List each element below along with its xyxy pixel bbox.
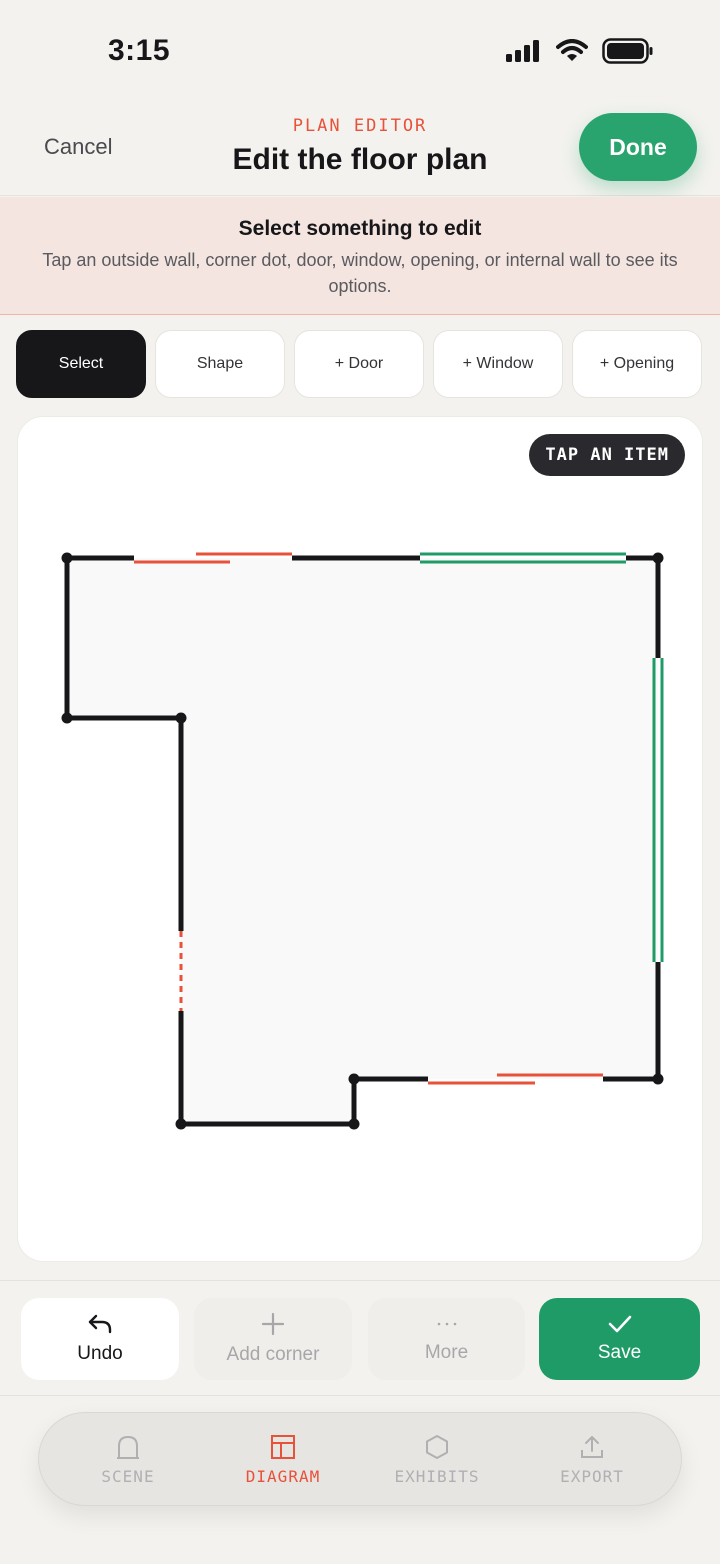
room-floor: [67, 558, 658, 1124]
more-button[interactable]: More: [368, 1298, 525, 1380]
done-button[interactable]: Done: [579, 113, 697, 181]
ellipsis-icon: [437, 1322, 456, 1326]
tab-diagram[interactable]: DIAGRAM: [213, 1413, 353, 1507]
floor-plan-canvas[interactable]: TAP AN ITEM: [17, 416, 703, 1262]
floor-plan: [61, 552, 664, 1130]
checkmark-icon: [608, 1315, 631, 1333]
scene-icon: [117, 1435, 139, 1459]
save-button[interactable]: Save: [539, 1298, 700, 1380]
export-icon: [581, 1436, 603, 1458]
corner-dot[interactable]: [175, 1118, 187, 1130]
diagram-icon: [271, 1435, 295, 1459]
tab-exhibits[interactable]: EXHIBITS: [367, 1413, 507, 1507]
tool-shape-button[interactable]: Shape: [155, 330, 285, 398]
tool-select-button[interactable]: Select: [16, 330, 146, 398]
header: Cancel PLAN EDITOR Edit the floor plan D…: [0, 100, 720, 196]
battery-icon: [602, 38, 653, 64]
tab-scene[interactable]: SCENE: [58, 1413, 198, 1507]
add-corner-label: Add corner: [226, 1344, 320, 1365]
undo-label: Undo: [77, 1343, 123, 1364]
instruction-banner: Select something to edit Tap an outside …: [0, 197, 720, 315]
status-icons: [506, 38, 654, 64]
corner-dot[interactable]: [652, 552, 664, 564]
undo-arrow-icon: [88, 1314, 112, 1334]
corner-dot[interactable]: [348, 1118, 360, 1130]
status-time: 3:15: [108, 34, 171, 67]
plus-icon: [261, 1312, 285, 1336]
tap-an-item-badge: TAP AN ITEM: [529, 434, 685, 476]
corner-dot[interactable]: [348, 1073, 360, 1085]
more-label: More: [424, 1342, 469, 1363]
save-label: Save: [597, 1342, 642, 1363]
undo-button[interactable]: Undo: [21, 1298, 179, 1380]
tool-door-button[interactable]: + Door: [294, 330, 424, 398]
add-corner-button[interactable]: Add corner: [194, 1298, 352, 1380]
hexagon-icon: [426, 1435, 448, 1459]
tab-bar: SCENE DIAGRAM EXHIBITS EXPORT: [38, 1412, 682, 1506]
wifi-icon: [556, 39, 588, 61]
tab-diagram-label: DIAGRAM: [245, 1467, 321, 1486]
banner-text: Tap an outside wall, corner dot, door, w…: [42, 250, 678, 296]
tab-scene-label: SCENE: [101, 1467, 155, 1486]
banner-title: Select something to edit: [238, 217, 482, 240]
tab-export[interactable]: EXPORT: [522, 1413, 662, 1507]
corner-dot[interactable]: [175, 712, 187, 724]
tab-exhibits-label: EXHIBITS: [394, 1467, 480, 1486]
tool-window-button[interactable]: + Window: [433, 330, 563, 398]
tool-opening-button[interactable]: + Opening: [572, 330, 702, 398]
tool-selector: Select Shape + Door + Window + Opening: [16, 330, 702, 398]
corner-dot[interactable]: [61, 552, 73, 564]
status-bar: 3:15: [0, 0, 720, 100]
tab-export-label: EXPORT: [560, 1467, 624, 1486]
corner-dot[interactable]: [652, 1073, 664, 1085]
cellular-signal-icon: [506, 40, 539, 62]
corner-dot[interactable]: [61, 712, 73, 724]
action-bar: Undo Add corner More Save: [0, 1280, 720, 1396]
